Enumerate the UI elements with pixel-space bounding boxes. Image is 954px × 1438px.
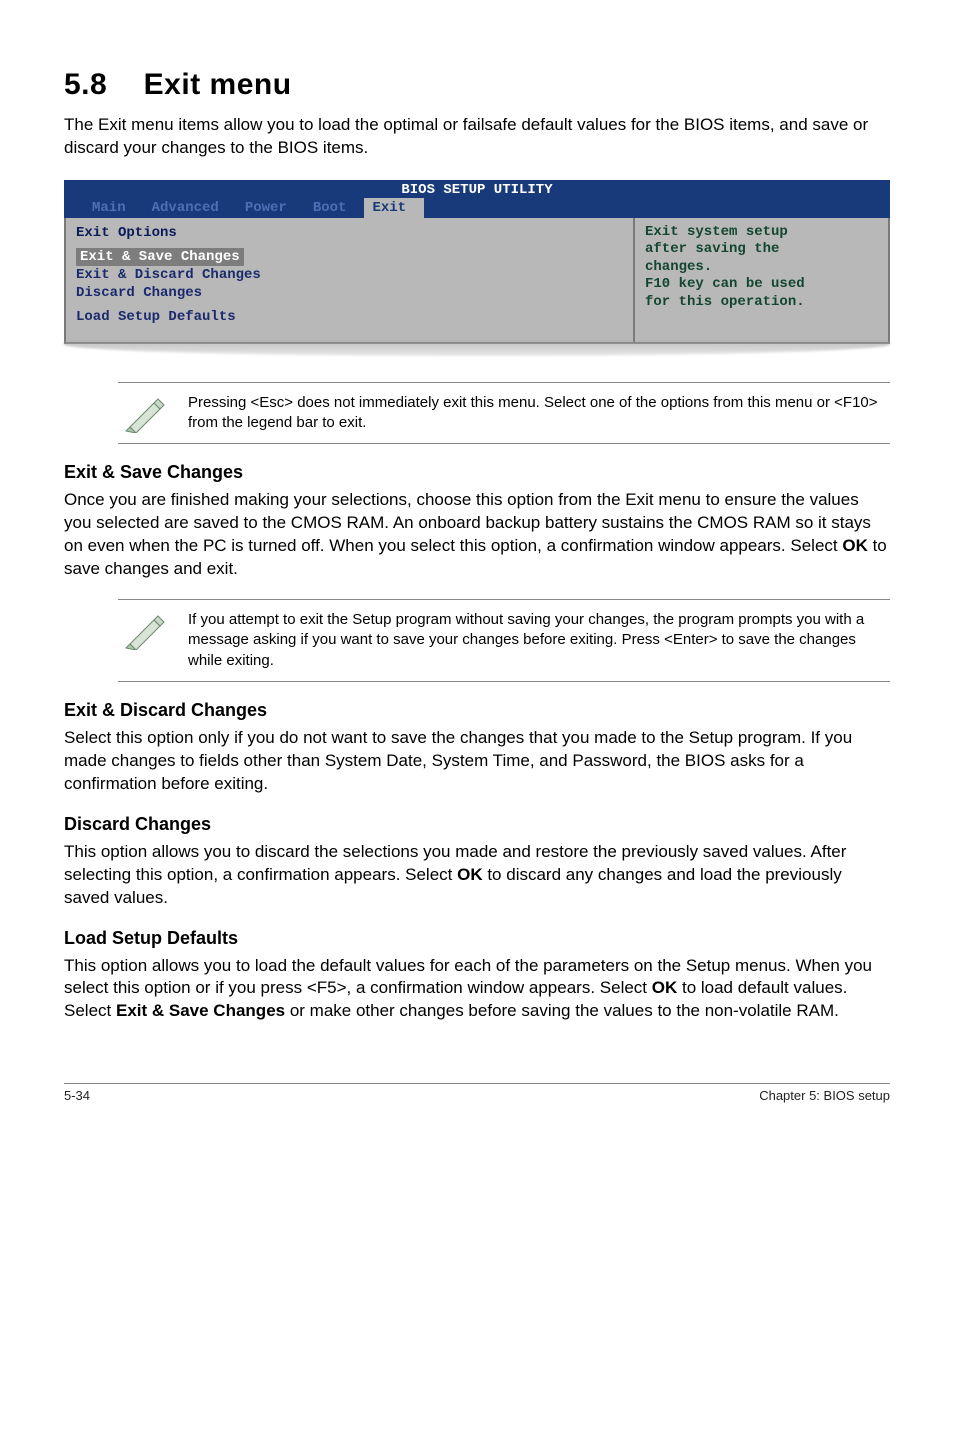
bold-exit-save: Exit & Save Changes bbox=[116, 1001, 285, 1020]
paragraph-discard-exit: Select this option only if you do not wa… bbox=[64, 727, 890, 796]
bios-title: BIOS SETUP UTILITY bbox=[64, 180, 890, 198]
note-text: If you attempt to exit the Setup program… bbox=[188, 610, 890, 671]
bios-screenshot: BIOS SETUP UTILITY Main Advanced Power B… bbox=[64, 180, 890, 356]
bios-help-line: changes. bbox=[645, 259, 878, 277]
bios-tab-boot: Boot bbox=[305, 198, 365, 218]
subheading-discard-exit: Exit & Discard Changes bbox=[64, 700, 890, 721]
page-footer: 5-34 Chapter 5: BIOS setup bbox=[64, 1083, 890, 1103]
note-text: Pressing <Esc> does not immediately exit… bbox=[188, 393, 890, 434]
text-fragment: or make other changes before saving the … bbox=[285, 1001, 839, 1020]
intro-paragraph: The Exit menu items allow you to load th… bbox=[64, 114, 890, 160]
text-fragment: Once you are finished making your select… bbox=[64, 490, 871, 555]
subheading-discard: Discard Changes bbox=[64, 814, 890, 835]
bios-item: Discard Changes bbox=[76, 284, 623, 302]
divider bbox=[118, 681, 890, 682]
pencil-icon bbox=[124, 610, 170, 650]
note-block: If you attempt to exit the Setup program… bbox=[118, 600, 890, 681]
bold-ok: OK bbox=[842, 536, 868, 555]
subheading-load: Load Setup Defaults bbox=[64, 928, 890, 949]
subheading-save: Exit & Save Changes bbox=[64, 462, 890, 483]
bios-item-header: Exit Options bbox=[76, 224, 623, 242]
pencil-icon bbox=[124, 393, 170, 433]
section-number: 5.8 bbox=[64, 68, 107, 102]
paragraph-discard: This option allows you to discard the se… bbox=[64, 841, 890, 910]
bios-tab-exit: Exit bbox=[364, 198, 424, 218]
page-number: 5-34 bbox=[64, 1088, 90, 1103]
bold-ok: OK bbox=[652, 978, 678, 997]
bios-item: Load Setup Defaults bbox=[76, 308, 623, 326]
bios-help-line: Exit system setup bbox=[645, 224, 878, 242]
bios-item: Exit & Discard Changes bbox=[76, 266, 623, 284]
shadow-decoration bbox=[64, 342, 890, 356]
section-title: Exit menu bbox=[144, 68, 292, 102]
divider bbox=[118, 443, 890, 444]
paragraph-load: This option allows you to load the defau… bbox=[64, 955, 890, 1024]
bios-tab-power: Power bbox=[237, 198, 305, 218]
bios-help-line: for this operation. bbox=[645, 294, 878, 312]
bios-help-line: after saving the bbox=[645, 241, 878, 259]
bios-tab-advanced: Advanced bbox=[144, 198, 237, 218]
bios-tab-main: Main bbox=[84, 198, 144, 218]
bios-item-selected: Exit & Save Changes bbox=[76, 248, 244, 266]
bios-tabs: Main Advanced Power Boot Exit bbox=[64, 198, 890, 218]
bios-help-line: F10 key can be used bbox=[645, 276, 878, 294]
bios-right-pane: Exit system setup after saving the chang… bbox=[635, 218, 890, 344]
paragraph-save: Once you are finished making your select… bbox=[64, 489, 890, 581]
chapter-label: Chapter 5: BIOS setup bbox=[759, 1088, 890, 1103]
bios-left-pane: Exit Options Exit & Save Changes Exit & … bbox=[64, 218, 635, 344]
bold-ok: OK bbox=[457, 865, 483, 884]
section-heading: 5.8 Exit menu bbox=[64, 68, 890, 102]
note-block: Pressing <Esc> does not immediately exit… bbox=[118, 383, 890, 444]
